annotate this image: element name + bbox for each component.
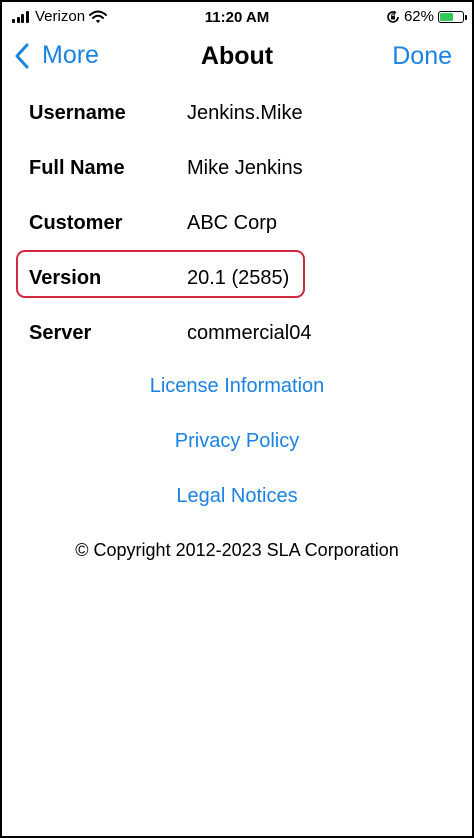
server-label: Server xyxy=(29,322,92,344)
username-label: Username xyxy=(29,102,126,124)
info-row-server: Server commercial04 xyxy=(2,308,472,363)
username-value: Jenkins.Mike xyxy=(187,102,303,124)
full-name-value: Mike Jenkins xyxy=(187,157,303,179)
links-list: License Information Privacy Policy Legal… xyxy=(2,362,472,527)
status-right: 62% xyxy=(386,8,467,25)
info-row-username: Username Jenkins.Mike xyxy=(2,88,472,143)
orientation-lock-icon xyxy=(387,10,399,23)
battery-fill xyxy=(440,12,453,21)
battery-icon xyxy=(438,10,467,23)
copyright-text: © Copyright 2012-2023 SLA Corporation xyxy=(75,540,399,560)
phone-screen: Verizon 11:20 AM 62% More About Done Use… xyxy=(0,0,474,838)
battery-percent: 62% xyxy=(403,8,434,25)
legal-notices-link[interactable]: Legal Notices xyxy=(2,472,472,527)
privacy-policy-link[interactable]: Privacy Policy xyxy=(2,417,472,472)
navigation-bar: More About Done xyxy=(2,34,472,78)
customer-label: Customer xyxy=(29,212,123,234)
info-row-customer: Customer ABC Corp xyxy=(2,198,472,253)
customer-value: ABC Corp xyxy=(187,212,278,234)
license-information-link[interactable]: License Information xyxy=(2,362,472,417)
status-bar: Verizon 11:20 AM 62% xyxy=(2,2,472,34)
about-info-list: Username Jenkins.Mike Full Name Mike Jen… xyxy=(2,88,472,363)
full-name-label: Full Name xyxy=(29,157,125,179)
info-row-full-name: Full Name Mike Jenkins xyxy=(2,143,472,198)
done-button[interactable]: Done xyxy=(392,42,452,71)
version-highlight-box xyxy=(16,250,305,298)
server-value: commercial04 xyxy=(187,322,312,344)
